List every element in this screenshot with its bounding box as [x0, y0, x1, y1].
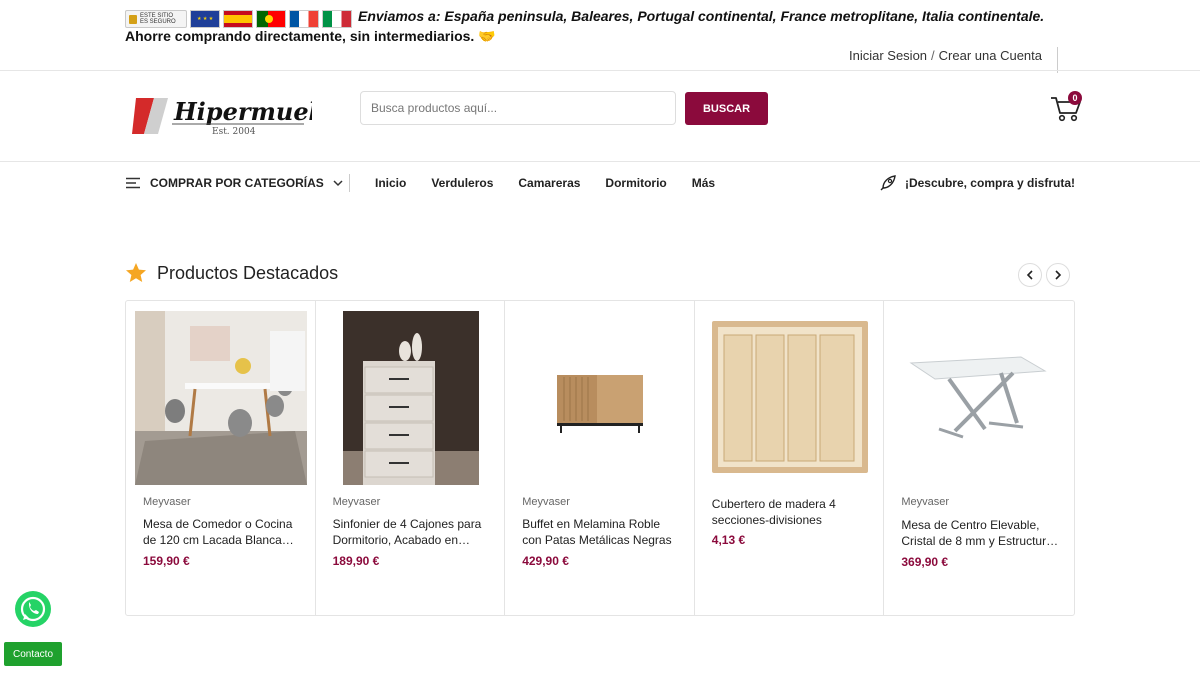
chevron-left-icon: [1026, 270, 1033, 280]
product-name[interactable]: Buffet en Melamina Roble con Patas Metál…: [522, 516, 682, 548]
shipping-info: Enviamos a: España peninsula, Baleares, …: [358, 8, 1045, 24]
product-card[interactable]: Meyvaser Mesa de Centro Elevable, Crista…: [884, 301, 1074, 615]
nav-link-dormitorio[interactable]: Dormitorio: [605, 176, 666, 190]
categories-menu-button[interactable]: COMPRAR POR CATEGORÍAS: [125, 172, 343, 194]
lock-icon: [129, 14, 137, 24]
product-brand: Meyvaser: [522, 496, 570, 508]
product-price: 369,90 €: [901, 555, 949, 569]
product-card[interactable]: Cubertero de madera 4 secciones-division…: [695, 301, 885, 615]
product-brand: Meyvaser: [143, 496, 191, 508]
portugal-flag-icon: [256, 10, 286, 28]
product-card[interactable]: Meyvaser Mesa de Comedor o Cocina de 120…: [126, 301, 316, 615]
logo-name: Hipermueble: [173, 97, 312, 126]
product-brand: Meyvaser: [332, 496, 381, 508]
main-nav: COMPRAR POR CATEGORÍAS Inicio Verduleros…: [125, 172, 1075, 194]
product-brand: Meyvaser: [901, 496, 950, 508]
nav-links: Inicio Verduleros Camareras Dormitorio M…: [375, 172, 740, 194]
product-name[interactable]: Mesa de Comedor o Cocina de 120 cm Lacad…: [143, 516, 303, 548]
categories-label: COMPRAR POR CATEGORÍAS: [150, 176, 324, 190]
account-separator: /: [931, 48, 935, 63]
promo-text: ¡Descubre, compra y disfruta!: [904, 176, 1075, 190]
secure-site-badge: ESTE SITIO ES SEGURO: [125, 10, 187, 28]
savings-info: Ahorre comprando directamente, sin inter…: [125, 28, 496, 44]
promo-banner: ¡Descubre, compra y disfruta!: [879, 172, 1075, 194]
rocket-icon: [880, 175, 896, 191]
carousel-prev-button[interactable]: [1018, 263, 1042, 287]
featured-header: Productos Destacados: [125, 262, 338, 284]
register-link[interactable]: Crear una Cuenta: [939, 48, 1042, 63]
product-name[interactable]: Sinfonier de 4 Cajones para Dormitorio, …: [333, 516, 493, 548]
product-card[interactable]: Meyvaser Buffet en Melamina Roble con Pa…: [505, 301, 695, 615]
product-card[interactable]: Meyvaser Sinfonier de 4 Cajones para Dor…: [316, 301, 506, 615]
nav-link-verduleros[interactable]: Verduleros: [431, 176, 493, 190]
spain-flag-icon: [223, 10, 253, 28]
product-price: 189,90 €: [332, 554, 380, 568]
nav-link-inicio[interactable]: Inicio: [375, 176, 406, 190]
product-carousel: Meyvaser Mesa de Comedor o Cocina de 120…: [125, 300, 1075, 616]
chevron-right-icon: [1055, 270, 1062, 280]
secure-badge-text: ESTE SITIO ES SEGURO: [140, 13, 176, 25]
nav-link-mas[interactable]: Más: [692, 176, 715, 190]
eu-flag-icon: [190, 10, 220, 28]
logo-sub: Est. 2004: [212, 127, 256, 137]
product-image[interactable]: [135, 311, 307, 485]
trust-badges: ESTE SITIO ES SEGURO: [125, 9, 352, 29]
contact-button[interactable]: Contacto: [4, 642, 62, 666]
product-price: 4,13 €: [711, 533, 746, 547]
italy-flag-icon: [322, 10, 352, 28]
topbar-divider: [0, 70, 1200, 71]
whatsapp-icon[interactable]: [15, 591, 51, 627]
product-image[interactable]: [325, 311, 497, 489]
featured-title: Productos Destacados: [157, 262, 339, 283]
france-flag-icon: [289, 10, 319, 28]
search-button[interactable]: BUSCAR: [685, 92, 768, 125]
product-name[interactable]: Cubertero de madera 4 secciones-division…: [712, 496, 872, 528]
login-link[interactable]: Iniciar Sesion: [849, 48, 927, 63]
header-divider: [0, 161, 1200, 162]
product-price: 429,90 €: [522, 554, 569, 568]
search-input[interactable]: [360, 91, 676, 125]
product-price: 159,90 €: [143, 554, 190, 568]
carousel-next-button[interactable]: [1046, 263, 1070, 287]
nav-link-camareras[interactable]: Camareras: [518, 176, 580, 190]
product-image[interactable]: [704, 311, 876, 485]
menu-icon: [126, 177, 140, 189]
star-icon: [126, 263, 146, 282]
product-name[interactable]: Mesa de Centro Elevable, Cristal de 8 mm…: [901, 517, 1061, 549]
site-logo[interactable]: Hipermueble Est. 2004: [132, 96, 350, 138]
account-links: Iniciar Sesion / Crear una Cuenta: [849, 48, 1042, 63]
cart-count-badge: 0: [1068, 91, 1082, 105]
top-info-bar: ESTE SITIO ES SEGURO Enviamos a: España …: [125, 6, 1075, 48]
nav-divider: [349, 174, 350, 192]
chevron-down-icon: [333, 180, 343, 187]
product-image[interactable]: [514, 311, 686, 485]
product-image[interactable]: [893, 311, 1065, 485]
